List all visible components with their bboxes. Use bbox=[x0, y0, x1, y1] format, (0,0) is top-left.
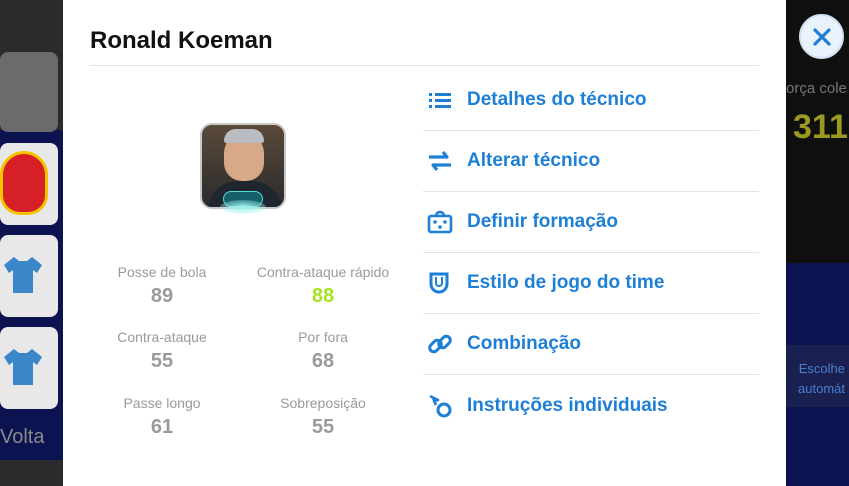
menu-item-instrucoes-individuais[interactable]: Instruções individuais bbox=[423, 375, 759, 436]
background-strength-value: 311 bbox=[793, 108, 848, 146]
menu-item-detalhes-do-tecnico[interactable]: Detalhes do técnico bbox=[423, 70, 759, 131]
background-coach-card bbox=[0, 52, 58, 132]
stat-contra-ataque: Contra-ataque 55 bbox=[87, 329, 237, 373]
menu-item-label: Estilo de jogo do time bbox=[467, 272, 665, 293]
close-icon bbox=[812, 27, 831, 46]
stat-label: Contra-ataque rápido bbox=[256, 264, 390, 280]
stat-passe-longo: Passe longo 61 bbox=[87, 395, 237, 439]
stat-por-fora: Por fora 68 bbox=[248, 329, 398, 373]
stat-value: 55 bbox=[311, 416, 335, 438]
swap-icon bbox=[423, 150, 467, 172]
stat-contra-ataque-rapido: Contra-ataque rápido 88 bbox=[248, 264, 398, 308]
formation-icon bbox=[423, 210, 467, 234]
menu-item-definir-formacao[interactable]: Definir formação bbox=[423, 192, 759, 253]
background-team-card bbox=[0, 143, 58, 225]
player-instructions-icon bbox=[423, 393, 467, 419]
menu-item-label: Alterar técnico bbox=[467, 150, 601, 171]
stat-label: Sobreposição bbox=[280, 395, 366, 411]
club-crest-icon bbox=[0, 151, 48, 215]
shield-icon bbox=[423, 271, 467, 295]
menu-item-label: Combinação bbox=[467, 333, 582, 354]
stat-value: 89 bbox=[150, 285, 174, 307]
close-button[interactable] bbox=[799, 14, 844, 59]
background-kit-card bbox=[0, 327, 58, 409]
stat-value: 88 bbox=[311, 285, 335, 307]
menu-item-alterar-tecnico[interactable]: Alterar técnico bbox=[423, 131, 759, 192]
stat-value: 68 bbox=[311, 350, 335, 372]
stat-value: 61 bbox=[150, 416, 174, 438]
coach-avatar bbox=[200, 123, 286, 209]
background-kit-card bbox=[0, 235, 58, 317]
menu-item-estilo-de-jogo[interactable]: Estilo de jogo do time bbox=[423, 253, 759, 314]
stat-label: Por fora bbox=[298, 329, 348, 345]
coach-panel: Ronald Koeman Posse de bola 89 Contra-at… bbox=[63, 0, 786, 486]
shirt-icon bbox=[4, 349, 42, 385]
stat-sobreposicao: Sobreposição 55 bbox=[248, 395, 398, 439]
menu-item-combinacao[interactable]: Combinação bbox=[423, 314, 759, 375]
stat-value: 55 bbox=[150, 350, 174, 372]
coach-menu: Detalhes do técnico Alterar técnico Defi… bbox=[423, 70, 759, 436]
shirt-icon bbox=[4, 257, 42, 293]
background-strength-label: orça cole bbox=[786, 80, 847, 97]
background-auto-select-label: Escolhe automát bbox=[786, 345, 849, 407]
menu-item-label: Detalhes do técnico bbox=[467, 89, 647, 110]
stat-posse-de-bola: Posse de bola 89 bbox=[87, 264, 237, 308]
menu-item-label: Instruções individuais bbox=[467, 394, 668, 416]
stat-label: Contra-ataque bbox=[117, 329, 207, 345]
coach-name: Ronald Koeman bbox=[90, 27, 273, 54]
menu-item-label: Definir formação bbox=[467, 211, 618, 232]
link-icon bbox=[423, 331, 467, 357]
list-icon bbox=[423, 90, 467, 110]
title-divider bbox=[90, 65, 759, 66]
stat-label: Passe longo bbox=[123, 395, 201, 411]
background-back-label: Volta bbox=[0, 426, 45, 448]
avatar-glow bbox=[220, 200, 266, 214]
stat-label: Posse de bola bbox=[117, 264, 207, 280]
